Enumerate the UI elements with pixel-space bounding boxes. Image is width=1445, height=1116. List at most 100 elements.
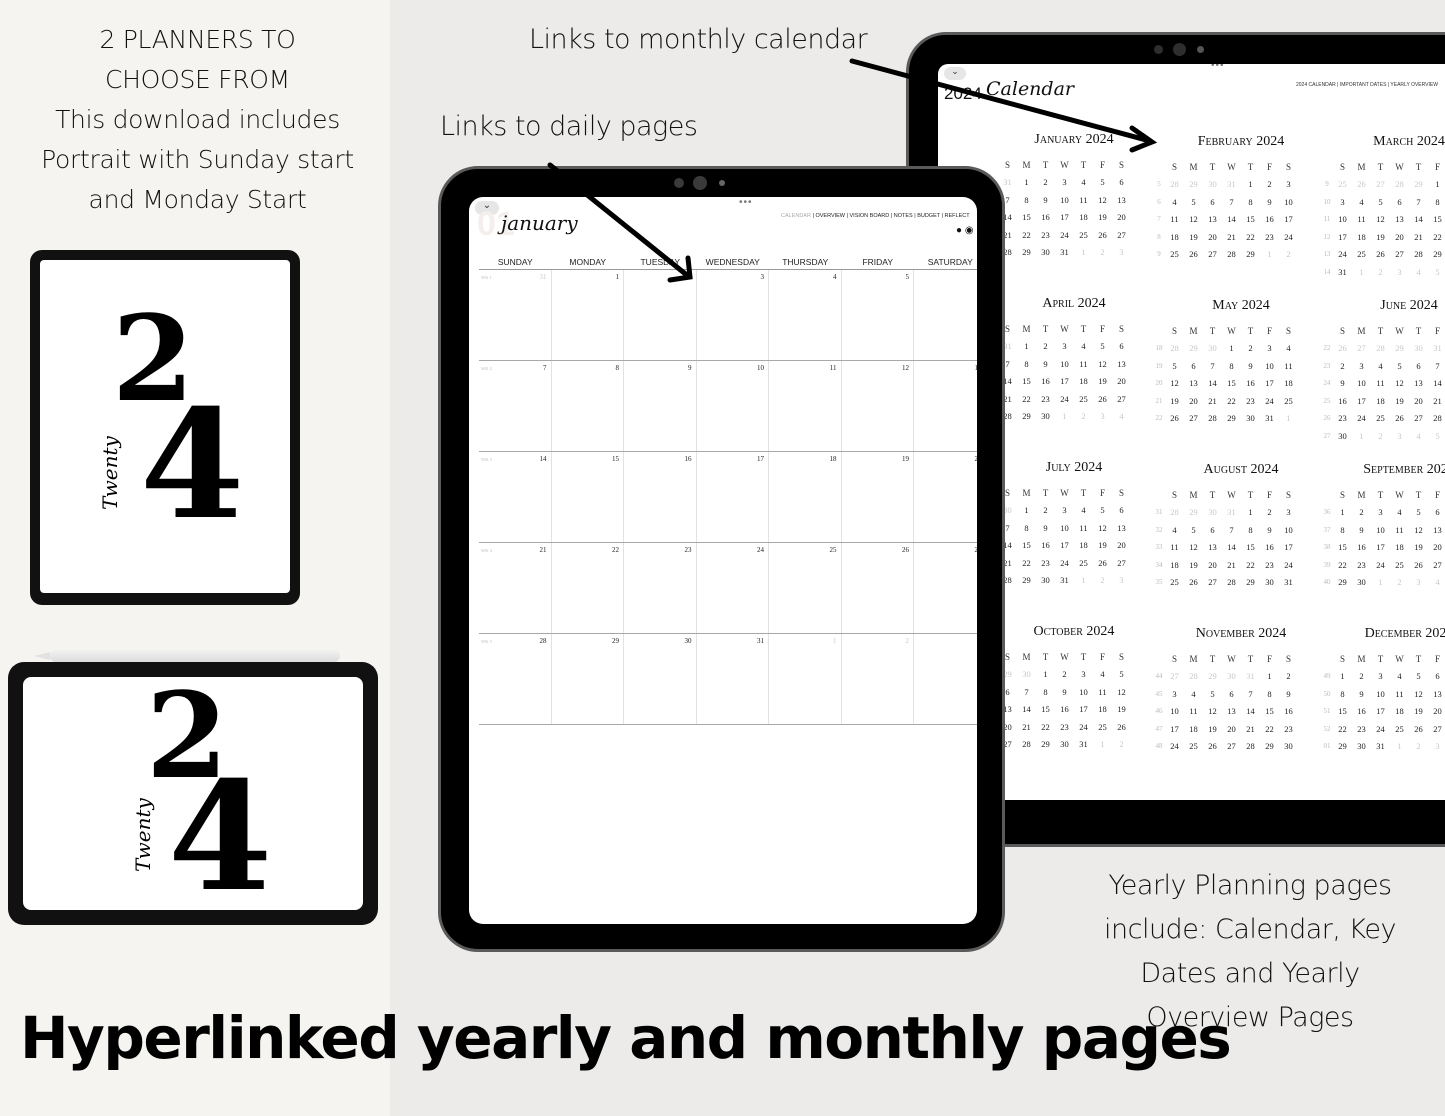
day-link[interactable]: 30: [1036, 244, 1055, 262]
day-link[interactable]: 18: [1165, 556, 1184, 574]
day-cell[interactable]: 25: [769, 543, 842, 633]
day-number[interactable]: 8: [616, 364, 620, 372]
day-link[interactable]: 7: [1428, 357, 1445, 375]
day-link[interactable]: 11: [1279, 357, 1298, 375]
day-link[interactable]: 24: [1352, 410, 1371, 428]
day-link[interactable]: 2: [1036, 502, 1055, 520]
day-number[interactable]: 7: [543, 364, 547, 372]
day-number[interactable]: 3: [761, 273, 765, 281]
day-link[interactable]: 5: [1165, 357, 1184, 375]
month-name-link[interactable]: May 2024: [1153, 298, 1313, 314]
day-link[interactable]: 1: [1074, 572, 1093, 590]
day-link[interactable]: 5: [1184, 193, 1203, 211]
day-link[interactable]: 3: [1260, 340, 1279, 358]
day-link[interactable]: 1: [1279, 410, 1298, 428]
day-link[interactable]: 28: [1390, 176, 1409, 194]
day-cell[interactable]: 24: [697, 543, 769, 633]
day-cell[interactable]: 22: [552, 543, 624, 633]
day-link[interactable]: 27: [1112, 554, 1131, 572]
day-link[interactable]: 2: [1093, 572, 1112, 590]
day-link[interactable]: 20: [1409, 392, 1428, 410]
day-number[interactable]: 25: [830, 546, 837, 554]
day-link[interactable]: 30: [1203, 504, 1222, 522]
day-link[interactable]: 7: [1222, 521, 1241, 539]
day-link[interactable]: 17: [1279, 539, 1298, 557]
day-number[interactable]: 23: [685, 546, 692, 554]
day-link[interactable]: 2: [1279, 246, 1298, 264]
week-number[interactable]: 22: [1153, 410, 1165, 428]
day-link[interactable]: 18: [1390, 703, 1409, 721]
day-link[interactable]: 13: [1409, 375, 1428, 393]
day-link[interactable]: 20: [1112, 373, 1131, 391]
day-link[interactable]: 22: [1017, 554, 1036, 572]
day-link[interactable]: 26: [1093, 554, 1112, 572]
day-link[interactable]: 2: [1055, 666, 1074, 684]
day-link[interactable]: 20: [1428, 703, 1445, 721]
day-link[interactable]: 15: [1333, 703, 1352, 721]
day-link[interactable]: 1: [1017, 174, 1036, 192]
day-link[interactable]: 6: [1112, 174, 1131, 192]
day-link[interactable]: 14: [1203, 375, 1222, 393]
day-link[interactable]: 15: [1036, 701, 1055, 719]
day-link[interactable]: 15: [1222, 375, 1241, 393]
day-link[interactable]: 2: [1371, 263, 1390, 281]
day-link[interactable]: 1: [1333, 668, 1352, 686]
day-link[interactable]: 25: [1352, 246, 1371, 264]
day-link[interactable]: 4: [1165, 521, 1184, 539]
day-link[interactable]: 25: [1165, 246, 1184, 264]
day-link[interactable]: 28: [1222, 574, 1241, 592]
day-link[interactable]: 13: [1428, 685, 1445, 703]
week-number[interactable]: 12: [1321, 228, 1333, 246]
nav-link-reflect[interactable]: REFLECT: [945, 213, 970, 219]
day-link[interactable]: 18: [1074, 373, 1093, 391]
month-name-link[interactable]: February 2024: [1153, 134, 1313, 150]
day-link[interactable]: 4: [1390, 504, 1409, 522]
day-link[interactable]: 8: [1241, 521, 1260, 539]
month-block[interactable]: May 2024 S M T W T F S 18 28 29 30 1 2 3 4 19 5 6 7 8 9 10 11 20…: [1153, 298, 1313, 427]
day-link[interactable]: 22: [1260, 720, 1279, 738]
day-link[interactable]: 20: [1222, 720, 1241, 738]
day-link[interactable]: 26: [1165, 410, 1184, 428]
day-link[interactable]: 19: [1184, 556, 1203, 574]
day-link[interactable]: 2: [1371, 427, 1390, 445]
day-link[interactable]: 25: [1074, 390, 1093, 408]
day-link[interactable]: 14: [1428, 375, 1445, 393]
week-number[interactable]: 13: [1321, 246, 1333, 264]
day-link[interactable]: 20: [1112, 537, 1131, 555]
day-link[interactable]: 27: [1203, 246, 1222, 264]
day-link[interactable]: 23: [1036, 390, 1055, 408]
week-label[interactable]: WK 5: [481, 639, 492, 644]
day-link[interactable]: 4: [1390, 668, 1409, 686]
day-link[interactable]: 14: [1409, 211, 1428, 229]
day-number[interactable]: 11: [830, 364, 837, 372]
day-cell[interactable]: 10: [697, 361, 769, 451]
day-link[interactable]: 1: [1222, 340, 1241, 358]
day-link[interactable]: 17: [1260, 375, 1279, 393]
week-number[interactable]: 35: [1153, 574, 1165, 592]
day-link[interactable]: 21: [1241, 720, 1260, 738]
day-link[interactable]: 4: [1428, 574, 1445, 592]
day-link[interactable]: 3: [1371, 504, 1390, 522]
day-link[interactable]: 27: [1112, 226, 1131, 244]
day-link[interactable]: 10: [1055, 519, 1074, 537]
day-link[interactable]: 4: [1279, 340, 1298, 358]
day-link[interactable]: 30: [1260, 574, 1279, 592]
day-link[interactable]: 26: [1409, 720, 1428, 738]
week-number[interactable]: 9: [1153, 246, 1165, 264]
day-link[interactable]: 24: [1055, 226, 1074, 244]
day-link[interactable]: 16: [1279, 703, 1298, 721]
day-link[interactable]: 8: [1017, 519, 1036, 537]
month-block[interactable]: December 2024SMTWTFS49123456750891011121…: [1321, 626, 1445, 755]
day-link[interactable]: 19: [1409, 703, 1428, 721]
day-link[interactable]: 12: [1165, 375, 1184, 393]
day-link[interactable]: 17: [1371, 703, 1390, 721]
day-link[interactable]: 18: [1279, 375, 1298, 393]
day-link[interactable]: 1: [1036, 666, 1055, 684]
day-number[interactable]: 14: [540, 455, 547, 463]
day-link[interactable]: 4: [1352, 193, 1371, 211]
day-link[interactable]: 27: [1352, 340, 1371, 358]
day-link[interactable]: 28: [1165, 340, 1184, 358]
day-link[interactable]: 25: [1184, 738, 1203, 756]
nav-link[interactable]: 2024 CALENDAR: [1296, 82, 1336, 88]
day-cell[interactable]: 1: [769, 634, 842, 724]
